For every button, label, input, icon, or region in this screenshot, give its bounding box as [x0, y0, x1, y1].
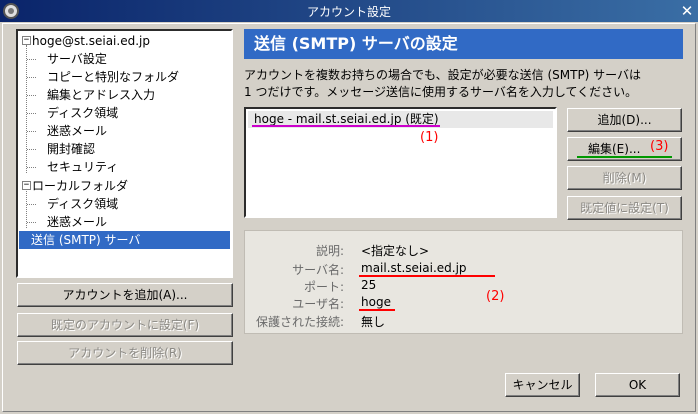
- tree-item-local-junk[interactable]: 迷惑メール: [47, 213, 107, 231]
- collapse-icon[interactable]: −: [22, 181, 31, 190]
- remove-account-button[interactable]: アカウントを削除(R): [17, 341, 233, 365]
- secure-connection-label: 保護された接続:: [255, 315, 344, 329]
- tree-item-local-folders[interactable]: ローカルフォルダ: [32, 177, 128, 195]
- set-default-server-button[interactable]: 既定値に設定(T): [567, 196, 682, 220]
- tree-item-security[interactable]: セキュリティ: [47, 158, 118, 176]
- annotation-2: (2): [486, 289, 505, 304]
- add-account-button[interactable]: アカウントを追加(A)...: [17, 283, 233, 307]
- server-name-value: mail.st.seiai.ed.jp: [361, 261, 467, 275]
- server-details: 説明: <指定なし> サーバ名: mail.st.seiai.ed.jp ポート…: [244, 230, 683, 334]
- tree-item-account[interactable]: hoge@st.seiai.ed.jp: [32, 32, 150, 50]
- tree-item-copies-folders[interactable]: コピーと特別なフォルダ: [47, 68, 179, 86]
- title-bar: アカウント設定 ✕: [0, 0, 698, 22]
- username-label: ユーザ名:: [292, 297, 344, 311]
- tree-item-smtp[interactable]: 送信 (SMTP) サーバ: [19, 231, 230, 249]
- close-icon[interactable]: ✕: [678, 2, 696, 20]
- window-title: アカウント設定: [306, 4, 391, 19]
- description-label: 説明:: [315, 244, 344, 258]
- tree-item-local-disk-space[interactable]: ディスク領域: [47, 195, 118, 213]
- add-server-button[interactable]: 追加(D)...: [567, 108, 682, 132]
- annotation-underline: [359, 275, 495, 277]
- ok-button[interactable]: OK: [595, 373, 680, 397]
- tree-connector: [26, 45, 27, 173]
- smtp-server-list[interactable]: hoge - mail.st.seiai.ed.jp (既定): [244, 107, 557, 218]
- port-value: 25: [361, 278, 377, 292]
- description-line-1: アカウントを複数お持ちの場合でも、設定が必要な送信 (SMTP) サーバは: [244, 68, 642, 82]
- annotation-underline: [359, 309, 395, 311]
- annotation-3: (3): [650, 139, 669, 154]
- tree-item-composition[interactable]: 編集とアドレス入力: [47, 86, 155, 104]
- annotation-underline: [577, 156, 672, 158]
- account-tree[interactable]: − hoge@st.seiai.ed.jp サーバ設定 コピーと特別なフォルダ …: [16, 29, 233, 278]
- tree-item-junk[interactable]: 迷惑メール: [47, 122, 107, 140]
- secure-connection-value: 無し: [361, 315, 386, 329]
- tree-item-disk-space[interactable]: ディスク領域: [47, 104, 118, 122]
- description-value: <指定なし>: [361, 244, 430, 258]
- tree-item-server-settings[interactable]: サーバ設定: [47, 50, 107, 68]
- description-text: アカウントを複数お持ちの場合でも、設定が必要な送信 (SMTP) サーバは 1 …: [244, 67, 684, 101]
- page-title: 送信 (SMTP) サーバの設定: [244, 29, 683, 59]
- collapse-icon[interactable]: −: [22, 36, 31, 45]
- cancel-button[interactable]: キャンセル: [505, 373, 580, 397]
- description-line-2: 1 つだけです。メッセージ送信に使用するサーバ名を入力してください。: [244, 85, 638, 99]
- delete-server-button[interactable]: 削除(M): [567, 166, 682, 190]
- app-icon: [3, 3, 19, 19]
- username-value: hoge: [361, 295, 391, 309]
- set-default-account-button[interactable]: 既定のアカウントに設定(F): [17, 313, 233, 337]
- annotation-1: (1): [420, 130, 439, 145]
- port-label: ポート:: [303, 280, 344, 294]
- annotation-underline: [252, 125, 440, 127]
- tree-item-receipts[interactable]: 開封確認: [47, 140, 95, 158]
- server-name-label: サーバ名:: [292, 263, 344, 277]
